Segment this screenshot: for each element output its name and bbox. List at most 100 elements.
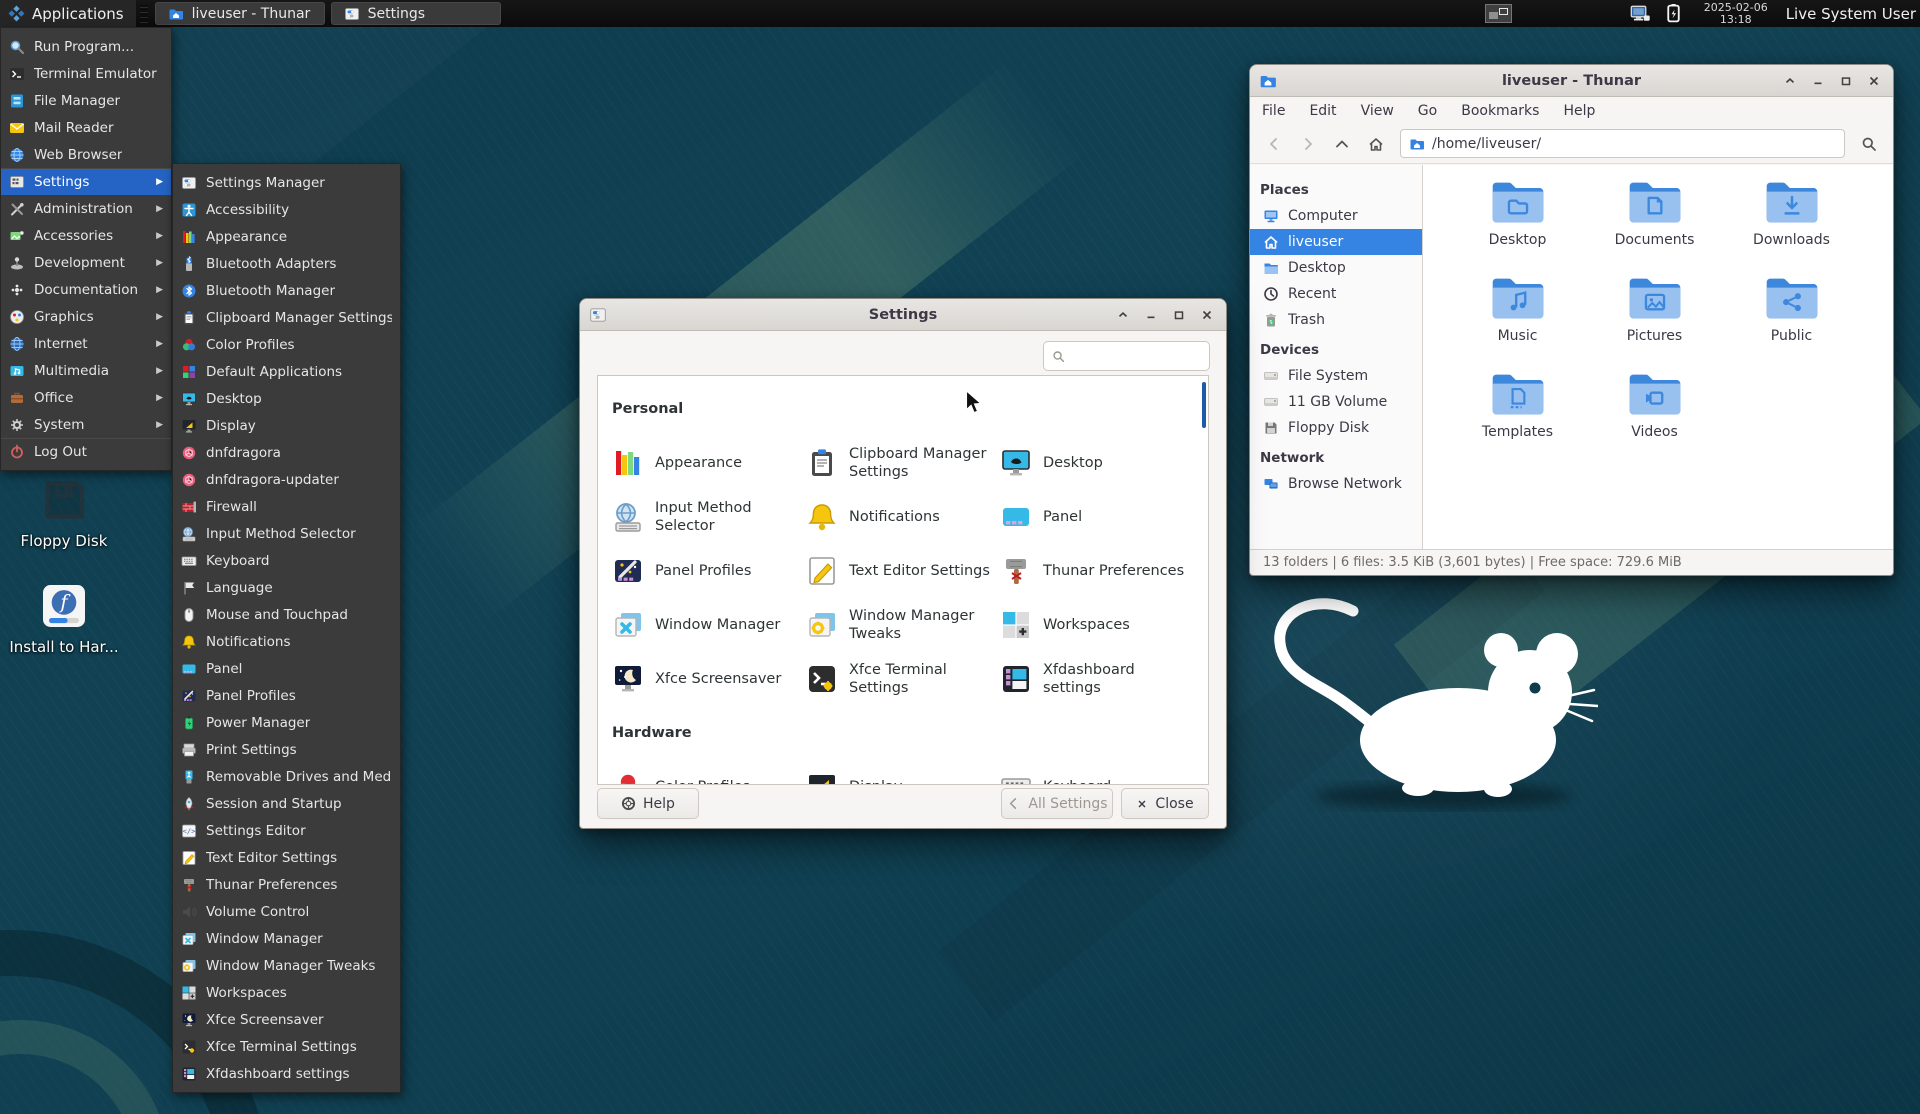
submenu-item[interactable]: Panel: [173, 655, 400, 682]
minimize-button[interactable]: [1142, 306, 1160, 324]
submenu-item[interactable]: Mouse and Touchpad: [173, 601, 400, 628]
sidebar-item[interactable]: Devices: [1250, 337, 1422, 363]
menu-item[interactable]: Log Out: [1, 438, 171, 465]
scrollbar-thumb[interactable]: [1202, 382, 1206, 428]
menubar-item[interactable]: Help: [1563, 103, 1595, 119]
menu-item[interactable]: Administration ▶: [1, 195, 171, 222]
sidebar-item[interactable]: liveuser: [1250, 229, 1422, 255]
submenu-item[interactable]: Session and Startup: [173, 790, 400, 817]
submenu-item[interactable]: Workspaces: [173, 979, 400, 1006]
submenu-item[interactable]: Default Applications: [173, 358, 400, 385]
desktop-icon-installer[interactable]: Install to Har...: [4, 582, 124, 656]
settings-tile[interactable]: Window Manager Tweaks: [806, 598, 1000, 652]
task-button[interactable]: liveuser - Thunar: [155, 2, 325, 25]
sidebar-item[interactable]: Floppy Disk: [1250, 415, 1422, 441]
submenu-item[interactable]: Notifications: [173, 628, 400, 655]
folder-item[interactable]: Videos: [1586, 371, 1723, 467]
menu-item[interactable]: Run Program...: [1, 33, 171, 60]
maximize-button[interactable]: [1837, 72, 1855, 90]
minimize-button[interactable]: [1809, 72, 1827, 90]
submenu-item[interactable]: Volume Control: [173, 898, 400, 925]
settings-tile[interactable]: Panel Profiles: [612, 544, 806, 598]
submenu-item[interactable]: Desktop: [173, 385, 400, 412]
submenu-item[interactable]: Color Profiles: [173, 331, 400, 358]
settings-tile[interactable]: Notifications: [806, 490, 1000, 544]
submenu-item[interactable]: Removable Drives and Media: [173, 763, 400, 790]
menu-item[interactable]: Settings ▶: [1, 168, 171, 195]
submenu-item[interactable]: Input Method Selector: [173, 520, 400, 547]
submenu-item[interactable]: dnfdragora-updater: [173, 466, 400, 493]
settings-tile[interactable]: Clipboard Manager Settings: [806, 436, 1000, 490]
sidebar-item[interactable]: File System: [1250, 363, 1422, 389]
settings-tile[interactable]: Xfdashboard settings: [1000, 652, 1194, 706]
settings-tile[interactable]: Hardware: [612, 706, 1194, 760]
applications-menu-button[interactable]: Applications: [0, 0, 136, 27]
menu-item[interactable]: Terminal Emulator: [1, 60, 171, 87]
settings-tile[interactable]: Display: [806, 760, 1000, 785]
settings-tile[interactable]: Desktop: [1000, 436, 1194, 490]
path-bar[interactable]: /home/liveuser/: [1400, 129, 1845, 158]
settings-tile[interactable]: Text Editor Settings: [806, 544, 1000, 598]
folder-item[interactable]: Desktop: [1449, 179, 1586, 275]
workspace-pager[interactable]: [1485, 4, 1512, 23]
submenu-item[interactable]: Appearance: [173, 223, 400, 250]
submenu-item[interactable]: dnfdragora: [173, 439, 400, 466]
folder-item[interactable]: Pictures: [1586, 275, 1723, 371]
close-button[interactable]: [1198, 306, 1216, 324]
submenu-item[interactable]: Xfce Terminal Settings: [173, 1033, 400, 1060]
sidebar-item[interactable]: 11 GB Volume: [1250, 389, 1422, 415]
menu-item[interactable]: Web Browser: [1, 141, 171, 168]
menu-item[interactable]: Multimedia ▶: [1, 357, 171, 384]
back-button[interactable]: [1258, 129, 1290, 159]
folder-item[interactable]: Music: [1449, 275, 1586, 371]
folder-item[interactable]: Documents: [1586, 179, 1723, 275]
submenu-item[interactable]: Text Editor Settings: [173, 844, 400, 871]
folder-item[interactable]: Public: [1723, 275, 1860, 371]
shade-button[interactable]: [1114, 306, 1132, 324]
thunar-titlebar[interactable]: liveuser - Thunar: [1250, 65, 1893, 97]
sidebar-item[interactable]: Desktop: [1250, 255, 1422, 281]
task-button[interactable]: Settings: [331, 2, 501, 25]
settings-titlebar[interactable]: Settings: [580, 299, 1226, 331]
clock[interactable]: 2025-02-06 13:18: [1704, 2, 1768, 26]
settings-tile[interactable]: Panel: [1000, 490, 1194, 544]
close-button[interactable]: [1865, 72, 1883, 90]
menubar-item[interactable]: Edit: [1309, 103, 1336, 119]
folder-item[interactable]: Downloads: [1723, 179, 1860, 275]
submenu-item[interactable]: Window Manager: [173, 925, 400, 952]
menubar-item[interactable]: File: [1262, 103, 1285, 119]
menu-item[interactable]: Graphics ▶: [1, 303, 171, 330]
menu-item[interactable]: File Manager: [1, 87, 171, 114]
submenu-item[interactable]: Thunar Preferences: [173, 871, 400, 898]
close-settings-button[interactable]: Close: [1121, 788, 1209, 819]
menubar-item[interactable]: Bookmarks: [1461, 103, 1539, 119]
submenu-item[interactable]: Keyboard: [173, 547, 400, 574]
submenu-item[interactable]: Bluetooth Adapters: [173, 250, 400, 277]
search-button[interactable]: [1853, 129, 1885, 159]
submenu-item[interactable]: Firewall: [173, 493, 400, 520]
sidebar-item[interactable]: Trash: [1250, 307, 1422, 333]
desktop-icon-floppy[interactable]: Floppy Disk: [4, 476, 124, 550]
home-button[interactable]: [1360, 129, 1392, 159]
submenu-item[interactable]: Panel Profiles: [173, 682, 400, 709]
submenu-item[interactable]: Print Settings: [173, 736, 400, 763]
submenu-item[interactable]: Xfce Screensaver: [173, 1006, 400, 1033]
submenu-item[interactable]: Settings Manager: [173, 169, 400, 196]
all-settings-button[interactable]: All Settings: [1001, 788, 1113, 819]
settings-search-field[interactable]: [1043, 341, 1210, 371]
submenu-item[interactable]: Xfdashboard settings: [173, 1060, 400, 1087]
submenu-item[interactable]: Power Manager: [173, 709, 400, 736]
submenu-item[interactable]: Accessibility: [173, 196, 400, 223]
settings-tile[interactable]: Xfce Screensaver: [612, 652, 806, 706]
maximize-button[interactable]: [1170, 306, 1188, 324]
settings-tile[interactable]: Input Method Selector: [612, 490, 806, 544]
menu-item[interactable]: Office ▶: [1, 384, 171, 411]
submenu-item[interactable]: Settings Editor: [173, 817, 400, 844]
menubar-item[interactable]: View: [1361, 103, 1394, 119]
forward-button[interactable]: [1292, 129, 1324, 159]
settings-tile[interactable]: Thunar Preferences: [1000, 544, 1194, 598]
folder-item[interactable]: Templates: [1449, 371, 1586, 467]
menu-item[interactable]: System ▶: [1, 411, 171, 438]
help-button[interactable]: Help: [597, 788, 699, 819]
sidebar-item[interactable]: Places: [1250, 177, 1422, 203]
